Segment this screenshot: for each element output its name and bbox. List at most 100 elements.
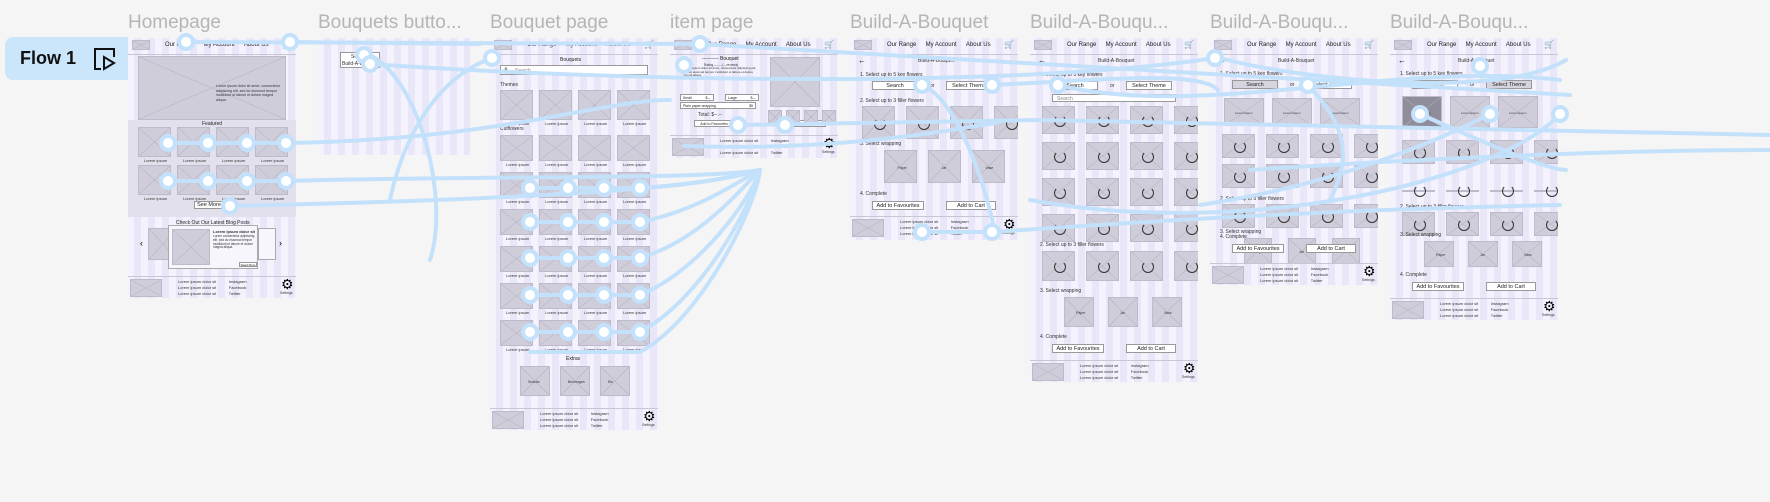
social-link[interactable]: Instagram xyxy=(771,138,789,143)
featured-item[interactable] xyxy=(177,127,210,157)
flower-tile[interactable] xyxy=(1354,134,1378,158)
add-to-favourites-button[interactable]: Add to Favourites xyxy=(1232,244,1284,253)
search-button[interactable]: Search xyxy=(1052,81,1098,90)
footer-link[interactable]: Lorem ipsum dolor sit xyxy=(1440,313,1478,318)
wrapping-tile[interactable]: Jar xyxy=(1468,241,1498,267)
cutflower-tile[interactable] xyxy=(617,283,650,309)
flower-tile[interactable] xyxy=(1130,178,1163,206)
footer-link[interactable]: Lorem ipsum dolor sit xyxy=(900,225,938,230)
footer-link[interactable]: Lorem ipsum dolor sit xyxy=(720,150,758,155)
select-theme-button[interactable]: Select Theme xyxy=(1486,80,1532,89)
add-to-cart-button[interactable]: Add to Cart xyxy=(1126,344,1176,353)
cutflower-tile[interactable] xyxy=(578,283,611,309)
flower-tile[interactable] xyxy=(1310,164,1343,188)
social-link[interactable]: Twitter xyxy=(229,291,241,296)
nav-about-us[interactable]: About Us xyxy=(1506,42,1531,48)
cutflower-tile[interactable] xyxy=(500,283,533,309)
frame-title[interactable]: Bouquets butto... xyxy=(318,12,462,34)
back-arrow-icon[interactable]: ← xyxy=(1038,56,1046,65)
nav-our-range[interactable]: Our Range xyxy=(1067,42,1096,48)
extras-tile[interactable]: Beverages xyxy=(560,366,590,396)
flower-tile[interactable] xyxy=(1490,185,1523,197)
frame-3[interactable]: Our Range My Account About Us 🛒 ← ---------- … xyxy=(670,38,838,158)
footer-link[interactable]: Lorem ipsum dolor sit xyxy=(178,279,216,284)
size-large-option[interactable]: Large $--- xyxy=(725,94,759,101)
flower-tile[interactable] xyxy=(1042,178,1075,206)
footer-link[interactable]: Lorem ipsum dolor sit xyxy=(1260,278,1298,283)
extras-tile[interactable]: Etc xyxy=(600,366,630,396)
theme-tile[interactable]: Lorem Ipsum xyxy=(1272,98,1312,126)
cutflower-tile[interactable] xyxy=(539,172,572,198)
settings-label[interactable]: Settings xyxy=(1002,231,1015,235)
gear-icon[interactable]: ⚙ xyxy=(823,136,836,150)
flower-tile[interactable] xyxy=(1222,204,1255,228)
nav-about-us[interactable]: About Us xyxy=(1146,42,1171,48)
footer-link[interactable]: Lorem ipsum dolor sit xyxy=(1440,301,1478,306)
nav-our-range[interactable]: Our Range xyxy=(887,42,916,48)
gear-icon[interactable]: ⚙ xyxy=(281,277,294,291)
cutflower-tile[interactable] xyxy=(578,320,611,346)
wrapping-tile[interactable]: Vase xyxy=(1152,297,1182,327)
see-more-button[interactable]: See More xyxy=(194,201,224,209)
search-button[interactable]: Search xyxy=(1232,80,1278,89)
cart-icon[interactable]: 🛒 xyxy=(1004,40,1014,49)
next-arrow-icon[interactable]: › xyxy=(279,238,282,248)
nav-our-range[interactable]: Our Range xyxy=(527,42,556,48)
frame-title[interactable]: Build-A-Bouqu... xyxy=(1210,12,1348,34)
settings-label[interactable]: Settings xyxy=(280,291,293,295)
settings-label[interactable]: Settings xyxy=(1182,375,1195,379)
frame-title[interactable]: Bouquet page xyxy=(490,12,608,34)
flower-tile[interactable] xyxy=(862,106,895,139)
select-theme-button[interactable]: Select Theme xyxy=(946,81,992,90)
social-link[interactable]: Instagram xyxy=(1491,301,1509,306)
cutflower-tile[interactable] xyxy=(500,172,533,198)
frame-title[interactable]: Homepage xyxy=(128,12,221,34)
nav-our-range[interactable]: Our Range xyxy=(707,42,736,48)
footer-link[interactable]: Lorem ipsum dolor sit xyxy=(720,138,758,143)
frame-2[interactable]: Our Range My Account About Us 🛒 Bouquets ⌕ Sea… xyxy=(490,38,658,430)
read-more-button[interactable]: Read More xyxy=(239,262,257,267)
flower-tile[interactable] xyxy=(1086,178,1119,206)
theme-tile[interactable]: Lorem Ipsum xyxy=(1498,96,1538,128)
cart-icon[interactable]: 🛒 xyxy=(824,40,834,49)
footer-link[interactable]: Lorem ipsum dolor sit xyxy=(1080,369,1118,374)
nav-my-account[interactable]: My Account xyxy=(746,42,777,48)
social-link[interactable]: Instagram xyxy=(591,411,609,416)
wrapping-tile[interactable]: Jar xyxy=(928,150,961,183)
flower-tile[interactable] xyxy=(1490,212,1523,236)
item-thumbnail[interactable] xyxy=(804,110,818,124)
featured-item[interactable] xyxy=(255,165,288,195)
flower-tile[interactable] xyxy=(1534,140,1558,164)
gear-icon[interactable]: ⚙ xyxy=(1543,299,1556,313)
flower-tile[interactable] xyxy=(1446,140,1479,164)
flower-tile[interactable] xyxy=(1042,214,1075,242)
wrapping-tile[interactable]: Paper xyxy=(1064,297,1094,327)
footer-link[interactable]: Lorem ipsum dolor sit xyxy=(1440,307,1478,312)
flower-tile[interactable] xyxy=(1354,204,1378,228)
cutflower-tile[interactable] xyxy=(617,320,650,346)
nav-our-range[interactable]: Our Range xyxy=(165,42,194,48)
cutflower-tile[interactable] xyxy=(500,135,533,161)
footer-link[interactable]: Lorem ipsum dolor sit xyxy=(540,423,578,428)
cutflower-tile[interactable] xyxy=(539,283,572,309)
cart-icon[interactable]: 🛒 xyxy=(1544,40,1554,49)
frame-6[interactable]: Our Range My Account About Us 🛒 ← Build-A-Bou… xyxy=(1210,38,1378,285)
social-link[interactable]: Twitter xyxy=(1311,278,1323,283)
add-to-favourites-button[interactable]: Add to Favourites xyxy=(694,120,734,127)
social-link[interactable]: Facebook xyxy=(951,225,969,230)
flower-tile[interactable] xyxy=(1174,106,1198,134)
cutflower-tile[interactable] xyxy=(578,246,611,272)
nav-about-us[interactable]: About Us xyxy=(1326,42,1351,48)
footer-link[interactable]: Lorem ipsum dolor sit xyxy=(900,231,938,236)
item-thumbnail[interactable] xyxy=(786,110,800,124)
theme-tile[interactable] xyxy=(617,90,650,120)
extras-tile[interactable]: Snacks xyxy=(520,366,550,396)
gear-icon[interactable]: ⚙ xyxy=(1363,264,1376,278)
social-link[interactable]: Instagram xyxy=(229,279,247,284)
wrapping-tile[interactable]: Jar xyxy=(1108,297,1138,327)
flower-tile[interactable] xyxy=(1042,142,1075,170)
flower-tile[interactable] xyxy=(1174,251,1198,281)
wrapping-tile[interactable]: Paper xyxy=(1424,241,1454,267)
flower-tile[interactable] xyxy=(1222,134,1255,158)
footer-link[interactable]: Lorem ipsum dolor sit xyxy=(1080,363,1118,368)
